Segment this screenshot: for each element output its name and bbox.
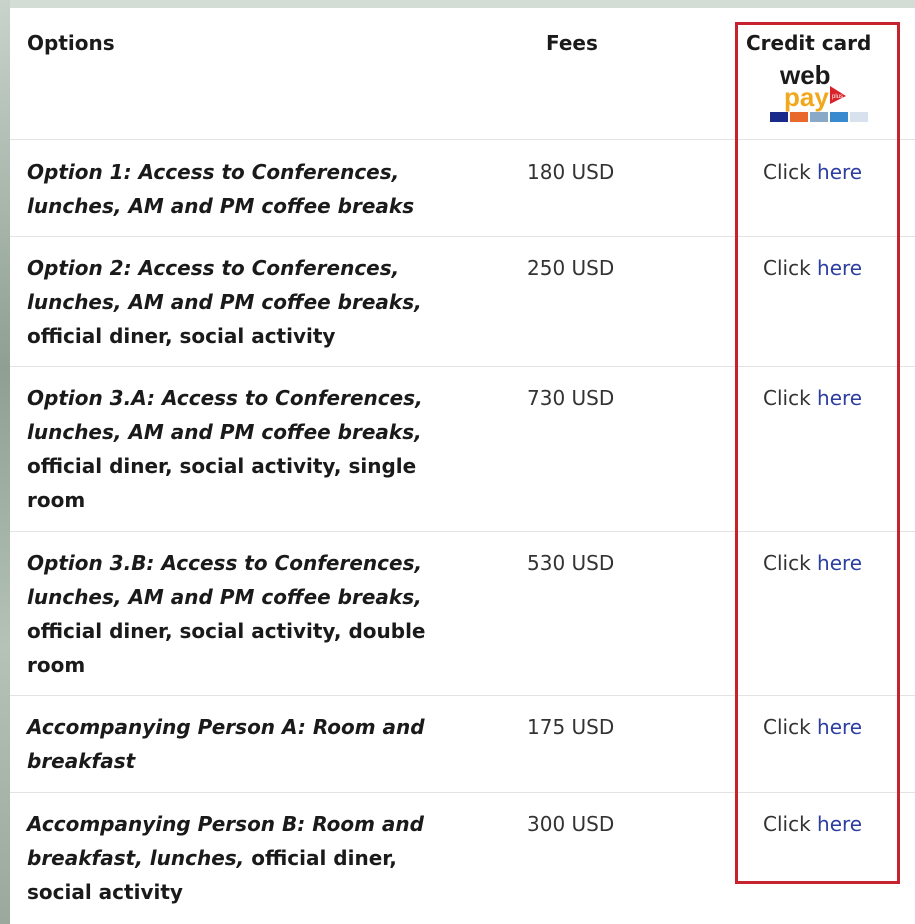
fee-value: 250 USD	[527, 256, 615, 280]
option-title: Option 2: Access to Conferences, lunches…	[27, 256, 422, 314]
option-extras: official diner, social activity, double …	[27, 619, 426, 677]
header-fees: Fees	[546, 31, 598, 55]
option-description: Accompanying Person B: Room and breakfas…	[27, 807, 427, 909]
option-description: Accompanying Person A: Room and breakfas…	[27, 710, 427, 778]
fee-value: 175 USD	[527, 715, 615, 739]
option-description: Option 3.A: Access to Conferences, lunch…	[27, 381, 427, 517]
option-description: Option 2: Access to Conferences, lunches…	[27, 251, 427, 353]
option-description: Option 1: Access to Conferences, lunches…	[27, 155, 427, 223]
header-options: Options	[27, 31, 115, 55]
option-description: Option 3.B: Access to Conferences, lunch…	[27, 546, 427, 682]
option-title: Accompanying Person A: Room and breakfas…	[27, 715, 425, 773]
option-extras: official diner, social activity	[27, 324, 336, 348]
background-left	[0, 0, 10, 924]
option-title: Option 1: Access to Conferences, lunches…	[27, 160, 415, 218]
background-top	[0, 0, 915, 8]
fee-value: 730 USD	[527, 386, 615, 410]
fee-value: 530 USD	[527, 551, 615, 575]
credit-card-highlight-box	[735, 22, 900, 884]
option-extras: official diner, social activity, single …	[27, 454, 417, 512]
fee-value: 180 USD	[527, 160, 615, 184]
option-title: Option 3.B: Access to Conferences, lunch…	[27, 551, 423, 609]
fee-value: 300 USD	[527, 812, 615, 836]
option-title: Option 3.A: Access to Conferences, lunch…	[27, 386, 423, 444]
